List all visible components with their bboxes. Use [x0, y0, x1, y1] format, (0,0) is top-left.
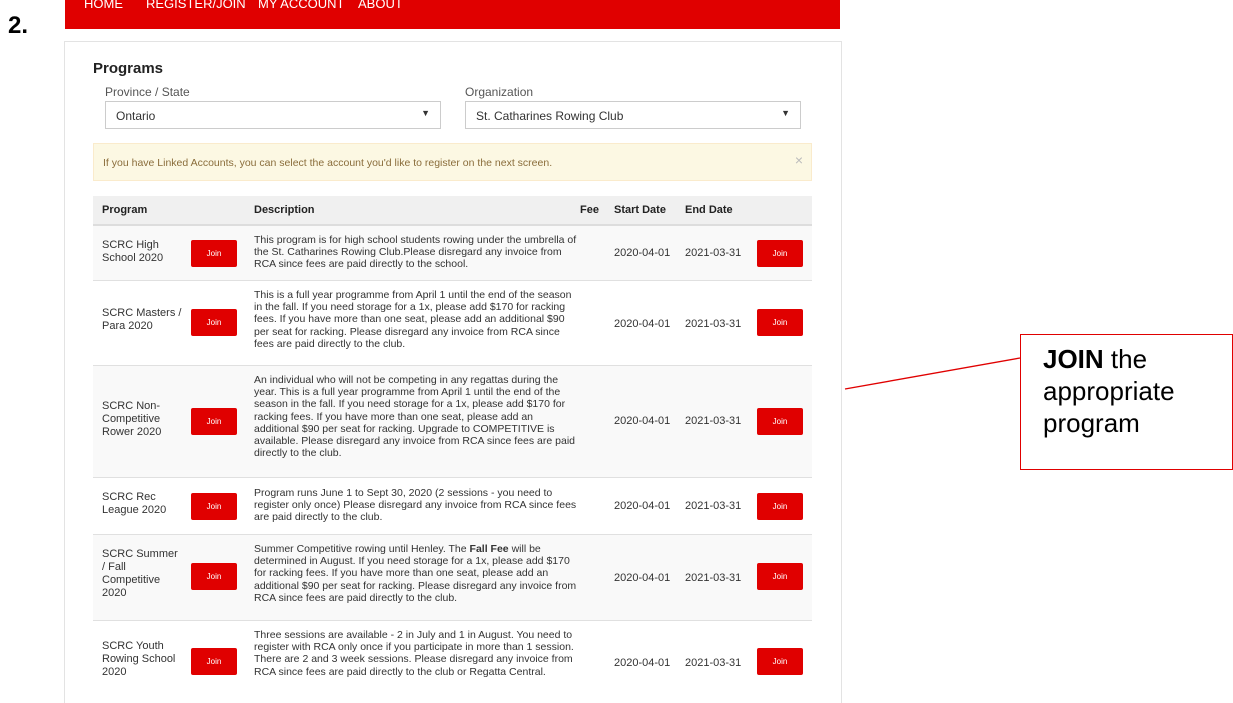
- callout-text: JOIN the appropriate program: [1043, 343, 1175, 439]
- callout-bold: JOIN: [1043, 344, 1104, 374]
- instruction-callout: JOIN the appropriate program: [1020, 334, 1233, 470]
- callout-line1: the: [1103, 344, 1148, 374]
- callout-line2: appropriate: [1043, 376, 1175, 406]
- callout-line3: program: [1043, 408, 1140, 438]
